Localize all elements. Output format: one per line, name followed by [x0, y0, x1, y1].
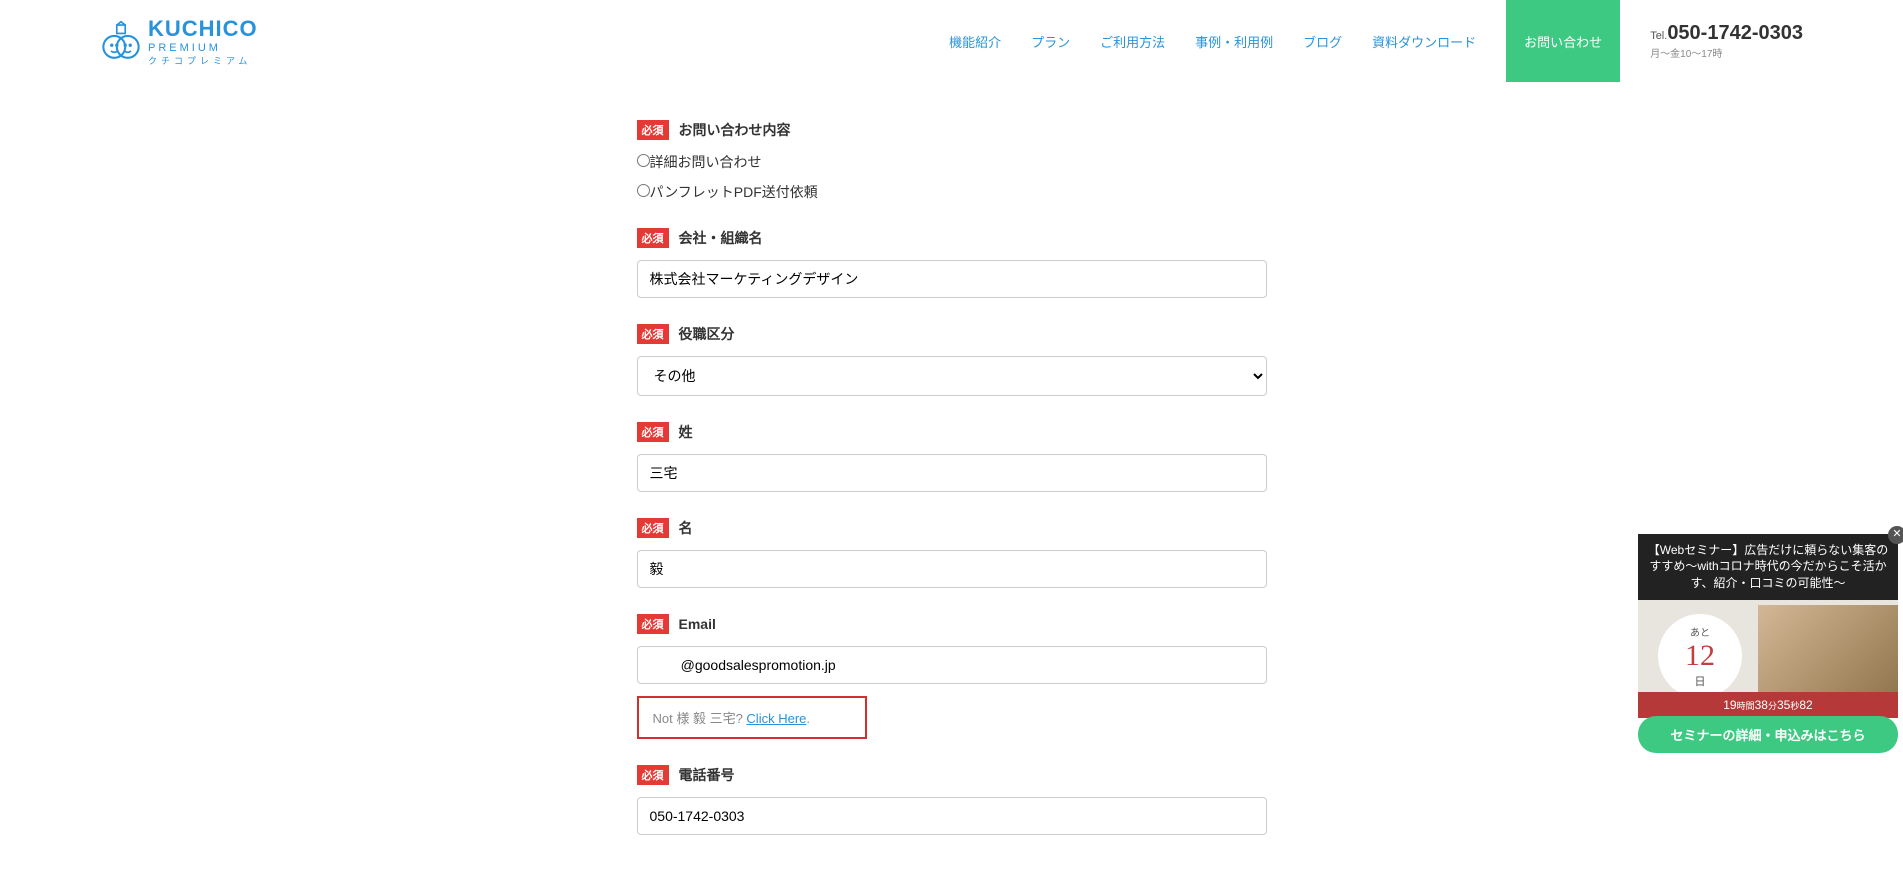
- lastname-label: 姓: [679, 422, 693, 442]
- company-input[interactable]: [637, 260, 1267, 298]
- radio-label-pdf: パンフレットPDF送付依頼: [650, 184, 818, 200]
- countdown-num: 12: [1685, 639, 1715, 673]
- required-badge: 必須: [637, 228, 669, 248]
- email-label: Email: [679, 616, 716, 632]
- main-nav: 機能紹介 プラン ご利用方法 事例・利用例 ブログ 資料ダウンロード お問い合わ…: [949, 0, 1803, 82]
- logo[interactable]: KUCHICO PREMIUM クチコプレミアム: [100, 16, 258, 67]
- radio-inquiry-pdf[interactable]: [637, 184, 650, 197]
- nav-cases[interactable]: 事例・利用例: [1195, 32, 1273, 51]
- countdown-unit: 日: [1695, 673, 1706, 689]
- firstname-input[interactable]: [637, 550, 1267, 588]
- nav-features[interactable]: 機能紹介: [949, 32, 1001, 51]
- required-badge: 必須: [637, 324, 669, 344]
- email-input[interactable]: [637, 646, 1267, 684]
- phone-block: Tel.050-1742-0303 月〜金10〜17時: [1650, 22, 1803, 60]
- nav-blog[interactable]: ブログ: [1303, 32, 1342, 51]
- not-you-prefix: Not 様 毅 三宅?: [653, 711, 747, 726]
- position-select[interactable]: その他: [637, 356, 1267, 396]
- lastname-input[interactable]: [637, 454, 1267, 492]
- logo-icon: [100, 20, 142, 62]
- required-badge: 必須: [637, 518, 669, 538]
- countdown-label: あと: [1690, 624, 1710, 639]
- phone-prefix: Tel.: [1650, 30, 1667, 42]
- phone-hours: 月〜金10〜17時: [1650, 45, 1803, 60]
- phone-label: 電話番号: [679, 765, 735, 785]
- company-label: 会社・組織名: [679, 228, 763, 248]
- radio-label-detail: 詳細お問い合わせ: [650, 154, 762, 170]
- nav-contact[interactable]: お問い合わせ: [1506, 0, 1620, 82]
- logo-sub2: クチコプレミアム: [148, 54, 258, 67]
- required-badge: 必須: [637, 765, 669, 785]
- logo-sub: PREMIUM: [148, 42, 258, 54]
- seminar-banner: 【Webセミナー】広告だけに頼らない集客のすすめ〜withコロナ時代の今だからこ…: [1638, 534, 1898, 718]
- firstname-label: 名: [679, 518, 693, 538]
- required-badge: 必須: [637, 614, 669, 634]
- banner-ribbon: 19時間38分35秒82: [1638, 692, 1898, 718]
- not-you-box: Not 様 毅 三宅? Click Here.: [637, 696, 867, 739]
- inquiry-label: お問い合わせ内容: [679, 120, 791, 140]
- seminar-cta-button[interactable]: セミナーの詳細・申込みはこちら: [1638, 716, 1898, 753]
- required-badge: 必須: [637, 120, 669, 140]
- logo-text: KUCHICO PREMIUM クチコプレミアム: [148, 16, 258, 67]
- required-badge: 必須: [637, 422, 669, 442]
- not-you-suffix: .: [806, 711, 810, 726]
- countdown-circle: あと 12 日: [1658, 614, 1742, 698]
- nav-plan[interactable]: プラン: [1031, 32, 1070, 51]
- nav-usage[interactable]: ご利用方法: [1100, 32, 1165, 51]
- phone-input[interactable]: [637, 797, 1267, 835]
- close-icon[interactable]: ✕: [1888, 526, 1903, 544]
- not-you-link[interactable]: Click Here: [746, 711, 806, 726]
- main-header: KUCHICO PREMIUM クチコプレミアム 機能紹介 プラン ご利用方法 …: [0, 0, 1903, 82]
- logo-main: KUCHICO: [148, 16, 258, 42]
- contact-form: 必須 お問い合わせ内容 詳細お問い合わせ パンフレットPDF送付依頼 必須 会社…: [617, 120, 1287, 835]
- nav-download[interactable]: 資料ダウンロード: [1372, 32, 1476, 51]
- banner-title: 【Webセミナー】広告だけに頼らない集客のすすめ〜withコロナ時代の今だからこ…: [1638, 534, 1898, 600]
- banner-body[interactable]: あと 12 日 19時間38分35秒82: [1638, 600, 1898, 718]
- position-label: 役職区分: [679, 324, 735, 344]
- phone-number: 050-1742-0303: [1667, 22, 1803, 44]
- radio-inquiry-detail[interactable]: [637, 154, 650, 167]
